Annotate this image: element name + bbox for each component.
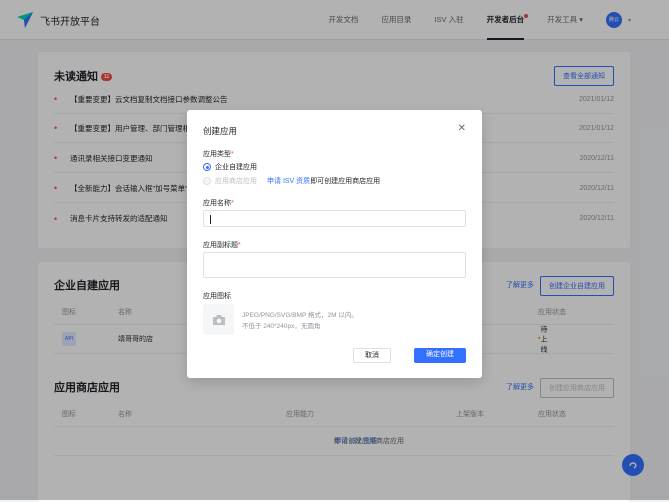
radio-disabled-icon	[203, 177, 211, 185]
app-name-label: 应用名称*	[203, 200, 234, 207]
icon-hint: 不低于 240*240px，无圆角	[242, 323, 321, 330]
app-subtitle-input[interactable]	[203, 252, 466, 278]
label-text: 应用类型	[203, 151, 231, 158]
label-text: 应用名称	[203, 200, 231, 207]
radio-label: 应用商店应用	[215, 178, 257, 185]
app-name-input[interactable]	[203, 210, 466, 227]
cancel-button[interactable]: 取消	[353, 348, 391, 363]
radio-label: 企业自建应用	[215, 164, 257, 171]
radio-checked-icon	[203, 163, 211, 171]
apply-isv-link[interactable]: 申请 ISV 资质	[267, 176, 310, 186]
radio-custom-app[interactable]: 企业自建应用	[203, 162, 257, 172]
app-icon-label: 应用图标	[203, 293, 231, 300]
camera-icon	[212, 314, 225, 325]
label-text: 应用副标题	[203, 242, 238, 249]
text-cursor	[210, 215, 211, 224]
confirm-create-button[interactable]: 确定创建	[414, 348, 466, 363]
close-icon[interactable]: ✕	[458, 123, 466, 134]
isv-text: 即可创建应用商店应用	[310, 178, 381, 185]
app-subtitle-label: 应用副标题*	[203, 242, 241, 249]
app-type-label: 应用类型*	[203, 151, 234, 158]
icon-hint: JPEG/PNG/SVG/BMP 格式，2M 以内。	[242, 312, 358, 319]
dialog-title: 创建应用	[203, 126, 238, 136]
radio-store-app[interactable]: 应用商店应用 申请 ISV 资质 即可创建应用商店应用	[203, 176, 380, 186]
icon-upload[interactable]	[203, 304, 234, 335]
create-app-dialog: 创建应用 ✕ 应用类型* 企业自建应用 应用商店应用 申请 ISV 资质 即可创建…	[187, 110, 482, 378]
